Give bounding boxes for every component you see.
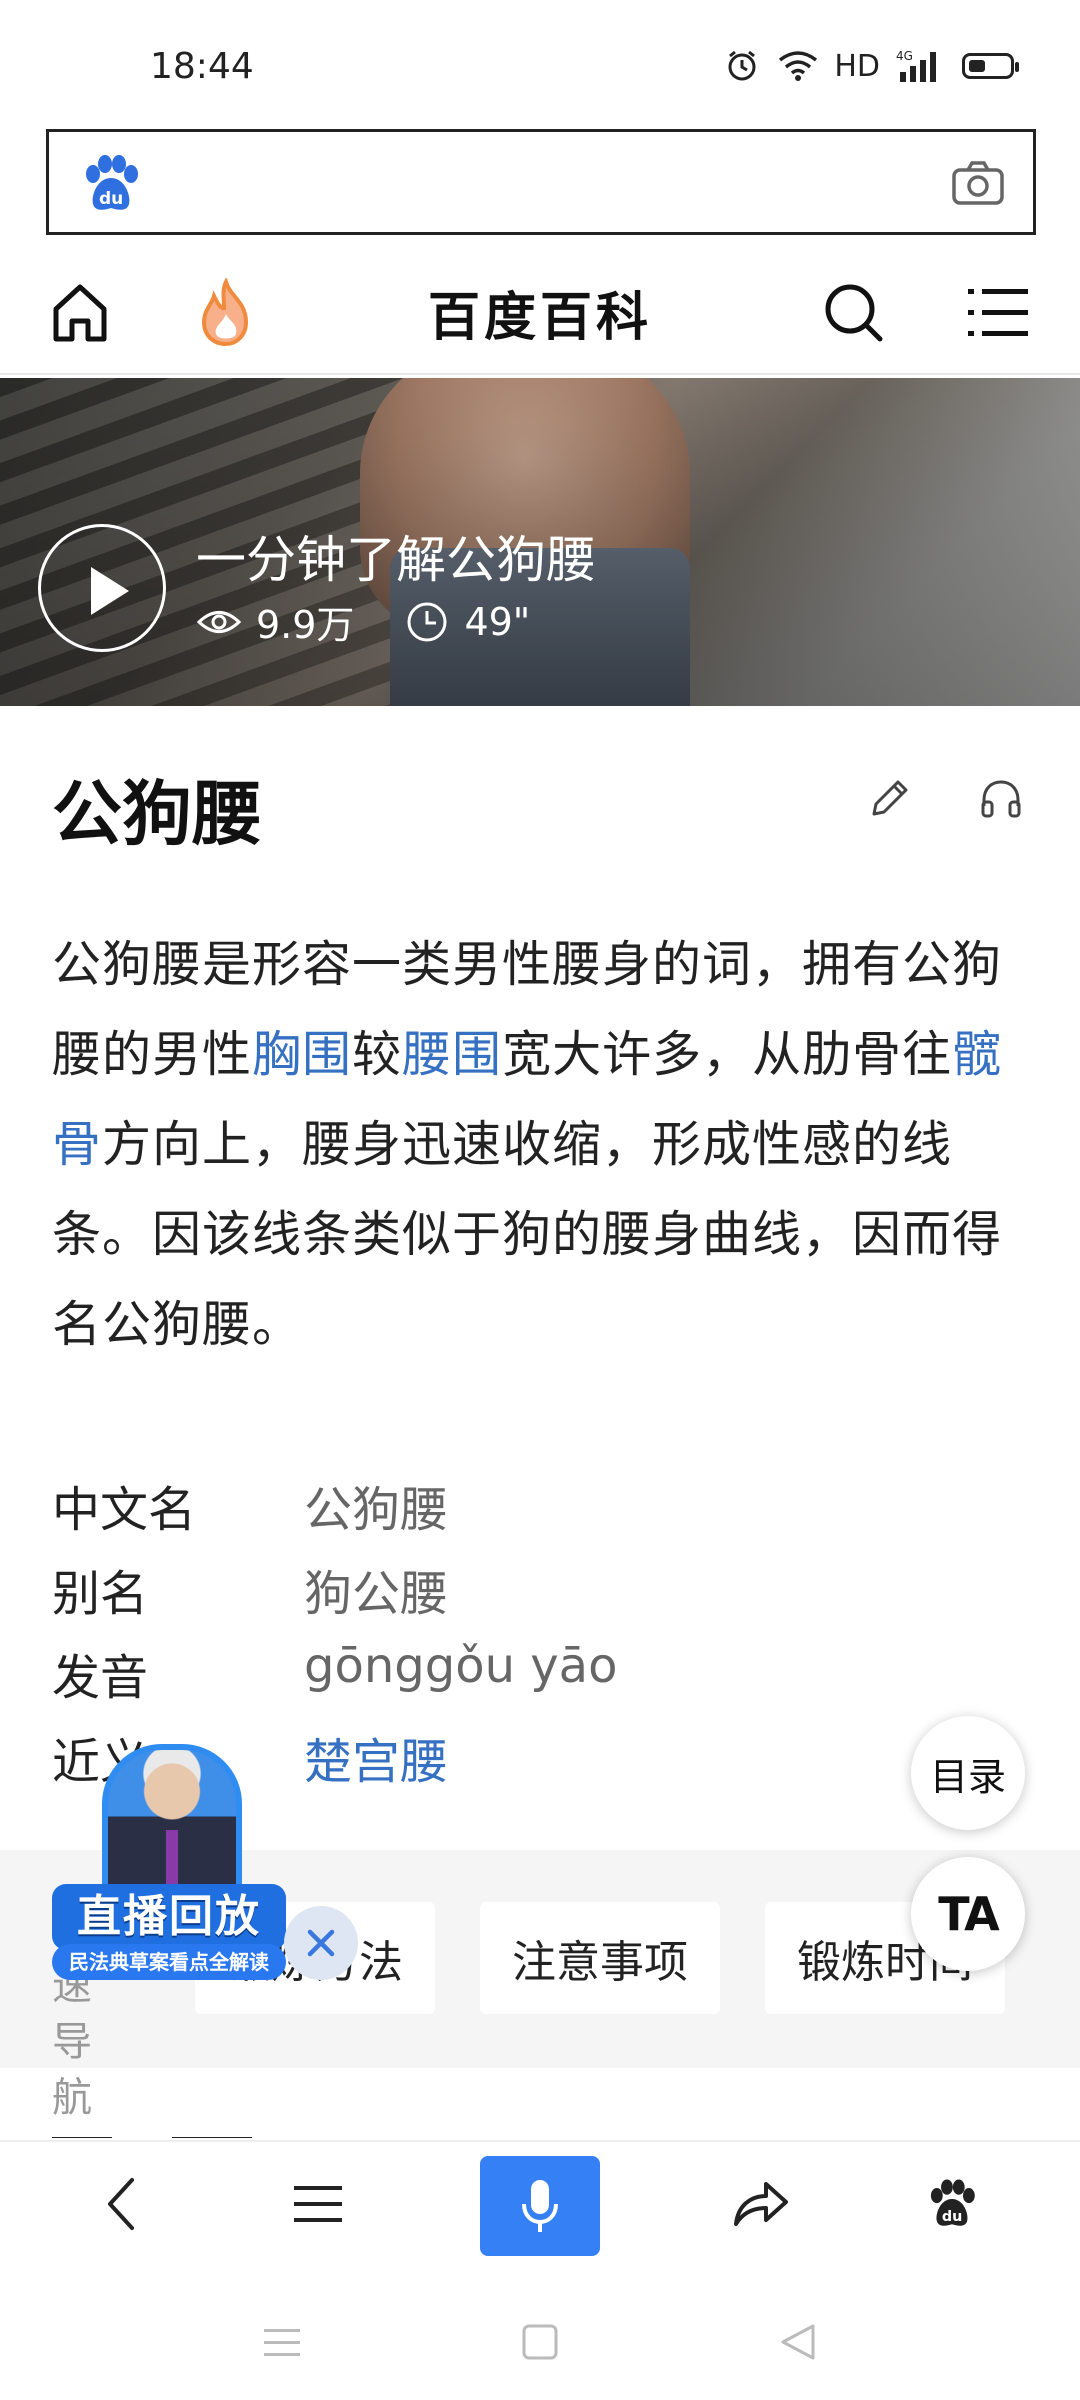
next-section-heading-fragment	[52, 2128, 272, 2138]
system-navigation-bar	[0, 2280, 1080, 2400]
home-square-icon[interactable]	[510, 2312, 570, 2372]
video-views: 9.9万	[256, 603, 355, 647]
section-chip-precautions[interactable]: 注意事项	[480, 1902, 720, 2014]
eye-icon	[196, 599, 242, 645]
voice-search-button[interactable]	[480, 2156, 600, 2256]
video-duration: 49"	[464, 599, 531, 644]
synonym-link[interactable]: 楚宫腰	[304, 1722, 448, 1792]
microphone-icon	[522, 2180, 558, 2232]
signal-icon: 4G	[896, 46, 946, 86]
table-of-contents-button[interactable]: 目录	[911, 1716, 1025, 1830]
baidu-paw-icon: du	[79, 152, 143, 216]
hd-indicator: HD	[834, 48, 880, 84]
promo-subtitle: 民法典草案看点全解读	[52, 1944, 286, 1980]
info-value: 狗公腰	[304, 1566, 449, 1622]
status-bar: 18:44 HD 4G	[0, 0, 1080, 120]
list-icon[interactable]	[962, 277, 1034, 349]
status-time: 18:44	[150, 46, 254, 87]
info-row-alias: 别名 狗公腰	[52, 1554, 1032, 1638]
info-label: 中文名	[52, 1482, 197, 1538]
presenter-tie	[166, 1830, 178, 1890]
headphones-icon[interactable]	[978, 776, 1024, 822]
ta-button[interactable]: TA	[911, 1857, 1025, 1971]
live-replay-promo[interactable]: 直播回放 民法典草案看点全解读	[52, 1744, 286, 1980]
info-label: 发音	[52, 1650, 149, 1706]
svg-text:du: du	[942, 2209, 962, 2225]
article-title: 公狗腰	[52, 773, 262, 855]
clock-icon	[404, 599, 450, 645]
back-triangle-icon[interactable]	[768, 2312, 828, 2372]
video-banner[interactable]: 一分钟了解公狗腰 9.9万 49"	[0, 378, 1080, 706]
play-button[interactable]	[38, 524, 166, 652]
recent-apps-icon[interactable]	[252, 2312, 312, 2372]
camera-icon[interactable]	[951, 160, 1005, 206]
summary-text: 方向上，腰身迅速收缩，形成性感的线条。因该线条类似于狗的腰身曲线，因而得名公狗腰…	[52, 1116, 1003, 1353]
info-row-chinese-name: 中文名 公狗腰	[52, 1470, 1032, 1554]
video-meta: 9.9万 49"	[196, 594, 530, 649]
summary-text: 宽大许多，从肋骨往	[502, 1026, 953, 1083]
close-icon[interactable]	[284, 1906, 358, 1980]
svg-text:du: du	[99, 189, 123, 209]
link-waist[interactable]: 腰围	[402, 1026, 502, 1083]
info-value: 公狗腰	[304, 1482, 449, 1538]
search-bar[interactable]: du	[46, 129, 1036, 235]
info-label: 别名	[52, 1566, 149, 1622]
status-icons: HD 4G	[722, 46, 1019, 86]
network-label: 4G	[896, 49, 913, 63]
summary-text: 较	[352, 1026, 403, 1083]
info-row-pronunciation: 发音 gōnggǒu yāo	[52, 1638, 1032, 1722]
baidu-paw-icon[interactable]: du	[892, 2154, 1012, 2254]
article-summary: 公狗腰是形容一类男性腰身的词，拥有公狗腰的男性胸围较腰围宽大许多，从肋骨往髋骨方…	[52, 920, 1032, 1370]
battery-icon	[962, 53, 1019, 79]
search-icon[interactable]	[818, 277, 890, 349]
back-icon[interactable]	[62, 2154, 182, 2254]
share-icon[interactable]	[700, 2154, 820, 2254]
video-title: 一分钟了解公狗腰	[196, 531, 596, 589]
menu-icon[interactable]	[258, 2154, 378, 2254]
promo-badge: 直播回放	[52, 1884, 286, 1950]
bottom-toolbar: du	[0, 2140, 1080, 2270]
info-value: gōnggǒu yāo	[304, 1638, 618, 1694]
pencil-icon[interactable]	[866, 776, 912, 822]
wifi-icon	[778, 46, 818, 86]
alarm-icon	[722, 46, 762, 86]
link-chest[interactable]: 胸围	[252, 1026, 352, 1083]
page-header-title: 百度百科	[427, 288, 652, 348]
app-header: 百度百科	[0, 255, 1080, 375]
